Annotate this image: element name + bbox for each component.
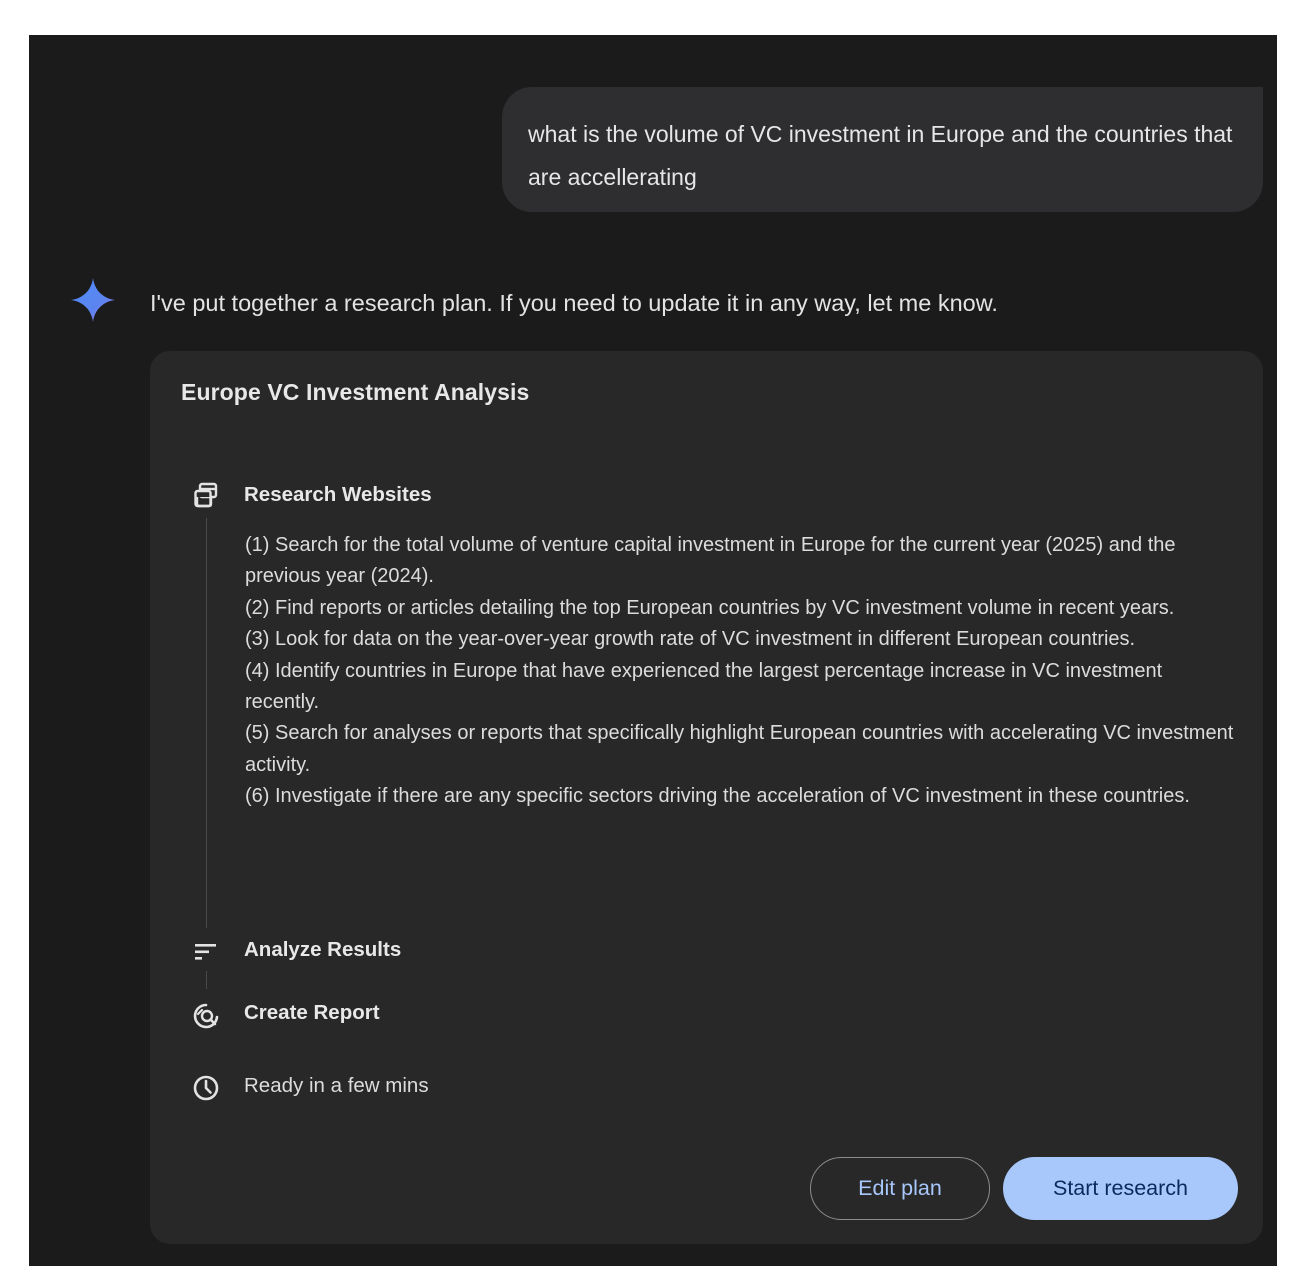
research-steps-list: (1) Search for the total volume of ventu…	[245, 530, 1235, 813]
clock-icon	[193, 1075, 219, 1101]
research-step-item: (4) Identify countries in Europe that ha…	[245, 659, 1163, 714]
research-plan-card: Europe VC Investment Analysis Research W…	[150, 351, 1263, 1244]
research-step-item: (1) Search for the total volume of ventu…	[245, 534, 1176, 588]
eta-text: Ready in a few mins	[244, 1074, 429, 1097]
research-step-item: (5) Search for analyses or reports that …	[245, 722, 1234, 776]
user-message-bubble: what is the volume of VC investment in E…	[502, 87, 1263, 212]
start-research-button[interactable]: Start research	[1003, 1157, 1238, 1220]
browser-windows-icon	[194, 482, 218, 508]
timeline-line	[206, 518, 207, 928]
user-message-text: what is the volume of VC investment in E…	[528, 121, 1233, 190]
step-analyze-results: Analyze Results	[244, 938, 402, 961]
assistant-intro-text: I've put together a research plan. If yo…	[150, 290, 998, 316]
plan-title: Europe VC Investment Analysis	[181, 379, 530, 405]
step-create-report: Create Report	[244, 1001, 380, 1024]
chat-window: what is the volume of VC investment in E…	[29, 35, 1277, 1266]
edit-plan-button[interactable]: Edit plan	[810, 1157, 990, 1220]
report-search-icon	[193, 1003, 219, 1029]
research-step-item: (6) Investigate if there are any specifi…	[245, 785, 1190, 808]
step-research-websites: Research Websites	[244, 483, 432, 506]
sort-lines-icon	[195, 944, 216, 960]
timeline-line	[206, 971, 207, 989]
research-step-item: (3) Look for data on the year-over-year …	[245, 628, 1136, 651]
gemini-sparkle-icon	[71, 278, 115, 322]
research-step-item: (2) Find reports or articles detailing t…	[245, 596, 1175, 619]
